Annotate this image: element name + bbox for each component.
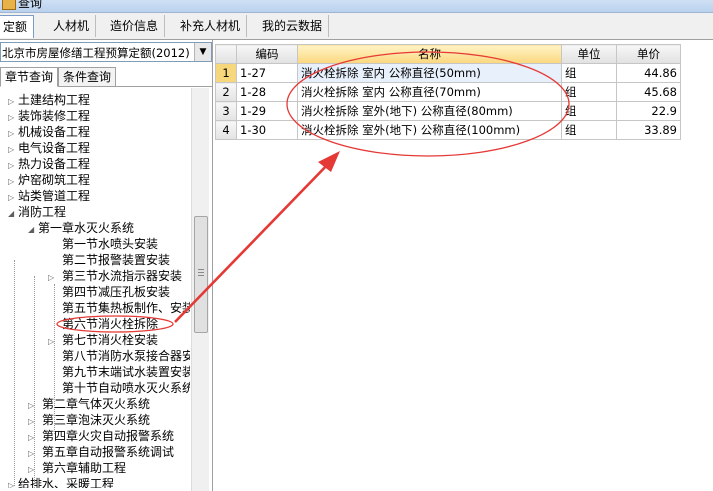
cell-price[interactable]: 22.9 bbox=[616, 101, 681, 121]
chapter-panel: 北京市房屋修缮工程预算定额(2012) ▼ 章节查询 条件查询 ▷ 土建结构工程 … bbox=[0, 40, 213, 491]
tab-quota[interactable]: 定额 bbox=[0, 15, 35, 38]
tree-item-expanded[interactable]: ◢ 第一章水灭火系统 bbox=[28, 220, 134, 236]
tree-connector bbox=[14, 260, 15, 486]
scrollbar-thumb[interactable] bbox=[194, 216, 208, 333]
main-tab-bar: 定额 人材机 造价信息 补充人材机 我的云数据 bbox=[0, 13, 713, 40]
tree-item-expanded[interactable]: ◢ 消防工程 bbox=[8, 204, 66, 220]
tree-leaf[interactable]: 第九节末端试水装置安装 bbox=[62, 364, 190, 380]
cell-code[interactable]: 1-27 bbox=[236, 63, 298, 83]
expand-arrow-icon[interactable]: ▷ bbox=[48, 334, 58, 350]
tree-item[interactable]: ▷ 第七节消火栓安装 bbox=[48, 332, 158, 348]
grip-line bbox=[198, 272, 204, 273]
cell-code[interactable]: 1-30 bbox=[236, 120, 298, 140]
row-index: 3 bbox=[215, 101, 237, 121]
tree-item[interactable]: ▷ 机械设备工程 bbox=[8, 124, 90, 140]
table-row[interactable]: 2 1-28 消火栓拆除 室内 公称直径(70mm) 组 45.68 bbox=[215, 82, 681, 102]
chevron-down-icon[interactable]: ▼ bbox=[194, 43, 211, 61]
cell-unit[interactable]: 组 bbox=[561, 120, 617, 140]
quota-library-select[interactable]: 北京市房屋修缮工程预算定额(2012) ▼ bbox=[0, 42, 212, 62]
row-index: 1 bbox=[215, 63, 237, 83]
tree-leaf[interactable]: 第四节减压孔板安装 bbox=[62, 284, 170, 300]
collapse-arrow-icon[interactable]: ◢ bbox=[8, 206, 18, 222]
tree-item[interactable]: ▷ 热力设备工程 bbox=[8, 156, 90, 172]
annotation-arrow-head bbox=[318, 151, 340, 172]
tree-item[interactable]: ▷ 给排水、采暖工程 bbox=[8, 476, 114, 488]
cell-name[interactable]: 消火栓拆除 室内 公称直径(50mm) bbox=[297, 63, 562, 83]
app-icon bbox=[2, 0, 16, 10]
tree-leaf[interactable]: 第五节集热板制作、安装 bbox=[62, 300, 190, 316]
row-index: 2 bbox=[215, 82, 237, 102]
tree-item[interactable]: ▷ 装饰装修工程 bbox=[8, 108, 90, 124]
table-row[interactable]: 3 1-29 消火栓拆除 室外(地下) 公称直径(80mm) 组 22.9 bbox=[215, 101, 681, 121]
tree-leaf[interactable]: 第二节报警装置安装 bbox=[62, 252, 170, 268]
window-title: 查询 bbox=[18, 0, 43, 10]
cell-name[interactable]: 消火栓拆除 室外(地下) 公称直径(80mm) bbox=[297, 101, 562, 121]
tab-price-info[interactable]: 造价信息 bbox=[104, 15, 166, 37]
cell-unit[interactable]: 组 bbox=[561, 63, 617, 83]
cell-name[interactable]: 消火栓拆除 室外(地下) 公称直径(100mm) bbox=[297, 120, 562, 140]
tree-item[interactable]: ▷ 第三章泡沫灭火系统 bbox=[28, 412, 150, 428]
chapter-tree: ▷ 土建结构工程 ▷ 装饰装修工程 ▷ 机械设备工程 ▷ 电气设备工程 ▷ 热力设备工程 … bbox=[0, 88, 190, 488]
expand-arrow-icon[interactable]: ▷ bbox=[8, 478, 18, 488]
cell-price[interactable]: 45.68 bbox=[616, 82, 681, 102]
table-row[interactable]: 4 1-30 消火栓拆除 室外(地下) 公称直径(100mm) 组 33.89 bbox=[215, 120, 681, 140]
tab-labor-material-machine[interactable]: 人材机 bbox=[47, 15, 97, 37]
grip-line bbox=[198, 269, 204, 270]
tree-leaf[interactable]: 第十节自动喷水灭火系统 bbox=[62, 380, 190, 396]
tree-item[interactable]: ▷ 第五章自动报警系统调试 bbox=[28, 444, 174, 460]
cell-name[interactable]: 消火栓拆除 室内 公称直径(70mm) bbox=[297, 82, 562, 102]
col-header-price[interactable]: 单价 bbox=[616, 44, 681, 64]
tab-supplementary-lmm[interactable]: 补充人材机 bbox=[174, 15, 248, 37]
tree-leaf-selected[interactable]: 第六节消火栓拆除 bbox=[62, 316, 158, 332]
tree-item[interactable]: ▷ 土建结构工程 bbox=[8, 92, 90, 108]
query-mode-tabs: 章节查询 条件查询 bbox=[0, 66, 212, 87]
tab-chapter-query[interactable]: 章节查询 bbox=[0, 67, 59, 87]
row-index: 4 bbox=[215, 120, 237, 140]
tree-item[interactable]: ▷ 电气设备工程 bbox=[8, 140, 90, 156]
tree-leaf[interactable]: 第八节消防水泵接合器安装 bbox=[62, 348, 190, 364]
tab-condition-query[interactable]: 条件查询 bbox=[58, 67, 117, 87]
tree-item[interactable]: ▷ 第三节水流指示器安装 bbox=[48, 268, 182, 284]
tree-leaf[interactable]: 第一节水喷头安装 bbox=[62, 236, 158, 252]
tree-scrollbar[interactable] bbox=[191, 88, 209, 491]
col-header-name[interactable]: 名称 bbox=[297, 44, 562, 64]
tree-item[interactable]: ▷ 第四章火灾自动报警系统 bbox=[28, 428, 174, 444]
tree-item[interactable]: ▷ 第二章气体灭火系统 bbox=[28, 396, 150, 412]
cell-code[interactable]: 1-29 bbox=[236, 101, 298, 121]
col-header-unit[interactable]: 单位 bbox=[561, 44, 617, 64]
tab-my-cloud-data[interactable]: 我的云数据 bbox=[256, 15, 330, 37]
cell-code[interactable]: 1-28 bbox=[236, 82, 298, 102]
tree-item[interactable]: ▷ 炉窑砌筑工程 bbox=[8, 172, 90, 188]
cell-price[interactable]: 33.89 bbox=[616, 120, 681, 140]
col-header-index bbox=[215, 44, 237, 64]
collapse-arrow-icon[interactable]: ◢ bbox=[28, 222, 38, 238]
grid-header-row: 编码 名称 单位 单价 bbox=[215, 44, 681, 64]
cell-price[interactable]: 44.86 bbox=[616, 63, 681, 83]
table-row[interactable]: 1 1-27 消火栓拆除 室内 公称直径(50mm) 组 44.86 bbox=[215, 63, 681, 83]
tree-item[interactable]: ▷ 第六章辅助工程 bbox=[28, 460, 126, 476]
cell-unit[interactable]: 组 bbox=[561, 101, 617, 121]
col-header-code[interactable]: 编码 bbox=[236, 44, 298, 64]
cell-unit[interactable]: 组 bbox=[561, 82, 617, 102]
quota-result-grid: 编码 名称 单位 单价 1 1-27 消火栓拆除 室内 公称直径(50mm) 组… bbox=[215, 44, 681, 140]
grip-line bbox=[198, 275, 204, 276]
quota-library-value: 北京市房屋修缮工程预算定额(2012) bbox=[2, 46, 190, 60]
window-title-bar: 查询 bbox=[0, 0, 713, 13]
expand-arrow-icon[interactable]: ▷ bbox=[48, 270, 58, 286]
tree-item[interactable]: ▷ 站类管道工程 bbox=[8, 188, 90, 204]
